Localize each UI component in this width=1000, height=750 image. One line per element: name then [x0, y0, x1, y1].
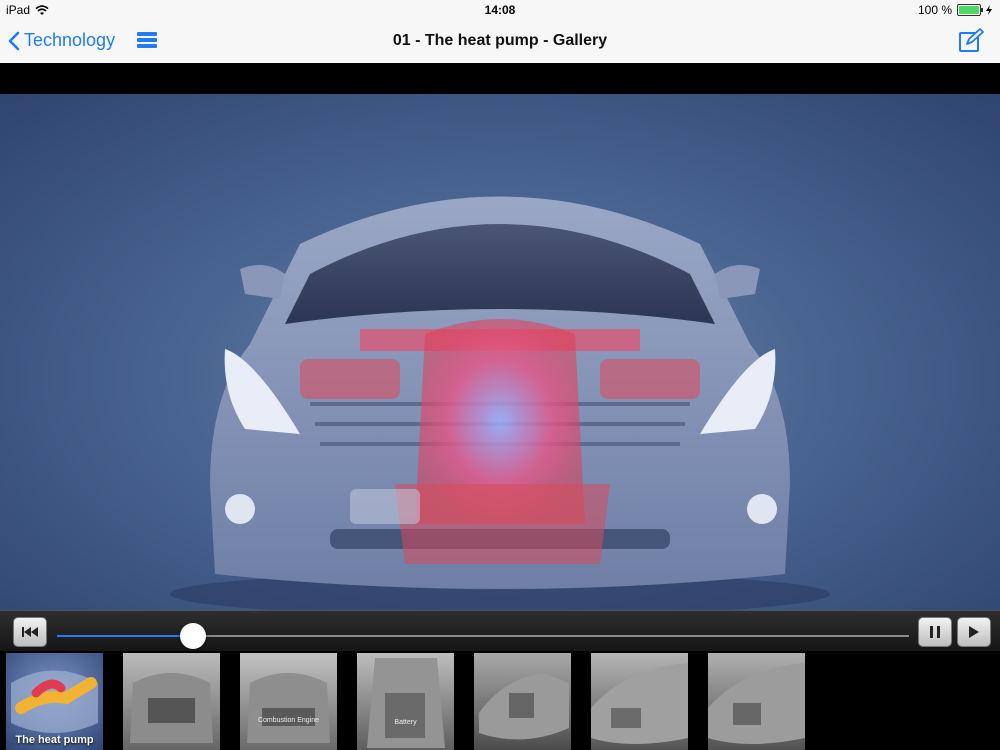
pause-button[interactable] — [918, 617, 952, 647]
letterbox-top — [0, 63, 1000, 94]
compose-icon[interactable] — [958, 28, 984, 54]
car-illustration — [170, 196, 830, 610]
status-bar: iPad 14:08 100 % — [0, 0, 1000, 20]
status-time: 14:08 — [484, 3, 516, 17]
thumbnail-strip: The heat pump Combustion Engine Battery — [0, 651, 1000, 750]
thumbnail-4-image — [367, 658, 445, 748]
rewind-button[interactable] — [13, 617, 47, 647]
play-button[interactable] — [957, 617, 991, 647]
charging-icon — [986, 5, 992, 15]
thumbnail-3[interactable]: Combustion Engine — [240, 653, 337, 750]
battery-icon — [957, 4, 983, 16]
battery-percent: 100 % — [917, 3, 952, 17]
thumbnail-7-image — [708, 663, 805, 744]
progress-knob[interactable] — [180, 623, 207, 649]
thumbnail-2-image — [130, 673, 213, 743]
page-title: 01 - The heat pump - Gallery — [392, 32, 608, 49]
thumbnail-5[interactable] — [474, 653, 571, 750]
thumbnail-3-image — [247, 673, 330, 743]
thumbnail-2[interactable] — [123, 653, 220, 750]
thumbnail-6[interactable] — [591, 653, 688, 750]
thumbnail-1[interactable]: The heat pump — [6, 653, 103, 750]
pause-icon — [930, 626, 940, 638]
player-controls — [0, 610, 1000, 651]
thumbnail-7[interactable] — [708, 653, 805, 750]
play-icon — [969, 626, 979, 638]
thumbnail-caption: Combustion Engine — [257, 717, 320, 724]
thumbnail-caption: Battery — [394, 719, 417, 726]
thumbnail-caption: The heat pump — [15, 734, 94, 746]
thumbnail-4[interactable]: Battery — [357, 653, 454, 750]
progress-played — [57, 635, 194, 637]
rewind-icon — [22, 627, 38, 637]
navigation-bar: Technology 01 - The heat pump - Gallery — [0, 20, 1000, 64]
thumbnail-6-image — [591, 663, 688, 744]
thumbnail-5-image — [479, 673, 569, 740]
video-frame[interactable] — [0, 94, 1000, 610]
